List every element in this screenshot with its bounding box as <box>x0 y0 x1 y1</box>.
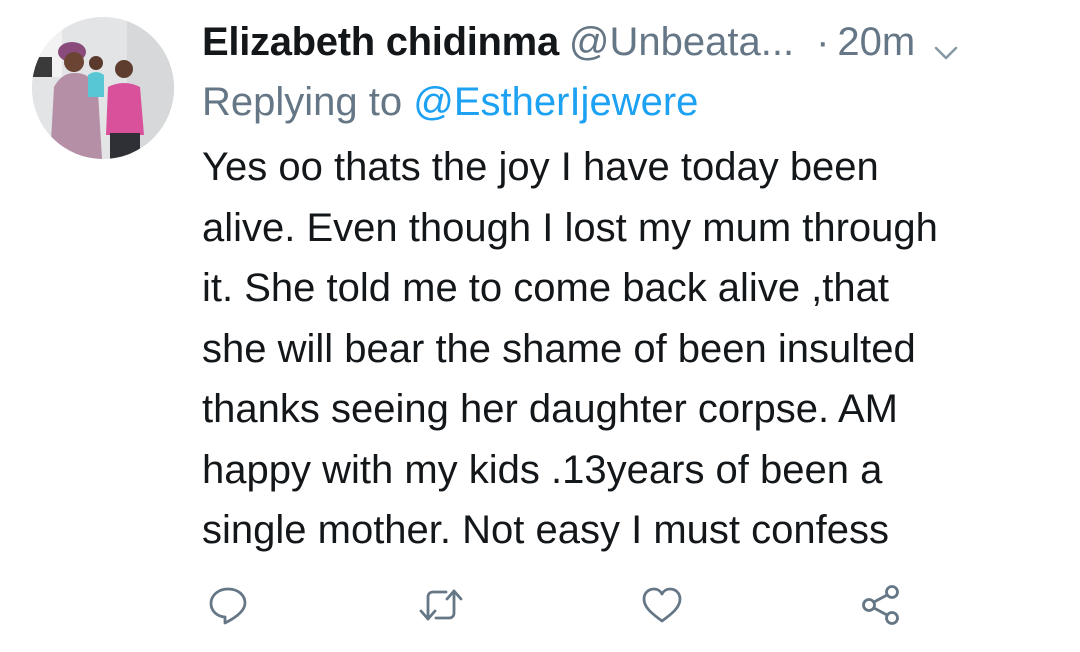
replying-to: Replying to @EstherIjewere <box>202 74 698 130</box>
avatar[interactable] <box>32 17 174 159</box>
action-bar <box>0 580 1080 630</box>
replying-to-label: Replying to <box>202 80 414 124</box>
heart-icon <box>642 587 682 623</box>
avatar-photo <box>32 17 174 159</box>
tweet-header: Elizabeth chidinma @Unbeata... · 20m <box>202 14 1062 70</box>
reply-icon <box>209 587 247 625</box>
retweet-button[interactable] <box>416 580 466 630</box>
share-icon <box>862 585 899 625</box>
separator-dot: · <box>816 20 830 64</box>
share-button[interactable] <box>856 580 906 630</box>
tweet-text-line: happy with my kids .13years of been a <box>202 447 883 492</box>
tweet-text-line: alive. Even though I lost my mum through <box>202 205 938 250</box>
user-handle[interactable]: @Unbeata... <box>569 14 794 70</box>
tweet[interactable]: Elizabeth chidinma @Unbeata... · 20m Rep… <box>0 0 1080 652</box>
like-button[interactable] <box>637 580 687 630</box>
tweet-text-line: it. She told me to come back alive ,that <box>202 266 890 310</box>
reply-mention-link[interactable]: @EstherIjewere <box>413 80 698 124</box>
display-name[interactable]: Elizabeth chidinma <box>202 14 559 70</box>
tweet-text: Yes oo thats the joy I have today been a… <box>202 137 1062 561</box>
tweet-text-line: Yes oo thats the joy I have today been <box>202 145 879 189</box>
tweet-text-line: thanks seeing her daughter corpse. AM <box>202 387 898 431</box>
chevron-down-icon[interactable] <box>931 27 961 60</box>
tweet-text-line: single mother. Not easy I must confess <box>202 508 889 552</box>
timestamp[interactable]: 20m <box>837 14 915 70</box>
retweet-icon <box>419 589 463 621</box>
reply-button[interactable] <box>203 580 253 630</box>
tweet-text-line: she will bear the shame of been insulted <box>202 326 916 371</box>
